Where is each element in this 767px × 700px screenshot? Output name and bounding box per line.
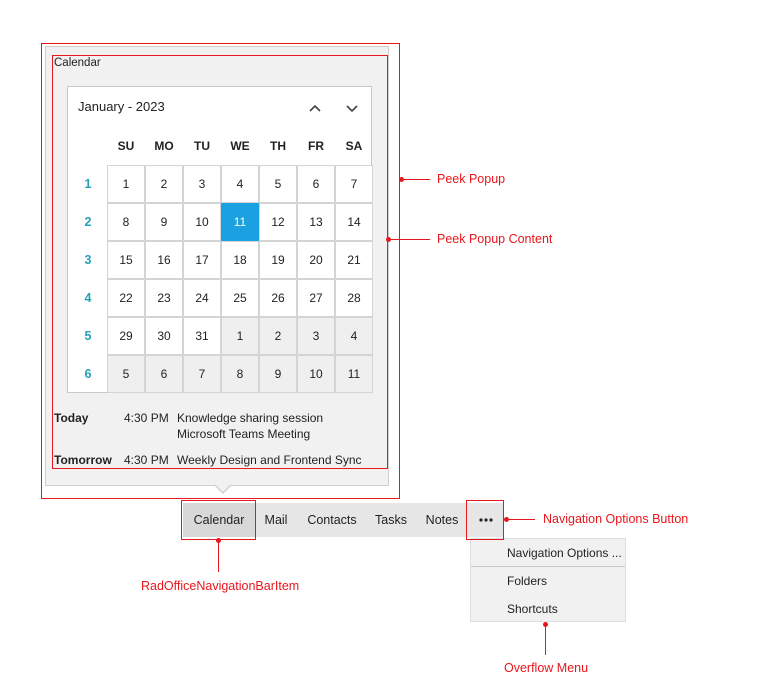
menu-separator bbox=[471, 566, 625, 567]
menu-item-navigation-options[interactable]: Navigation Options ... bbox=[507, 546, 622, 560]
menu-item-shortcuts[interactable]: Shortcuts bbox=[507, 602, 558, 616]
annotation-navigation-options-button: Navigation Options Button bbox=[543, 512, 689, 526]
overflow-menu: Navigation Options ... Folders Shortcuts bbox=[470, 538, 626, 622]
annotation-line bbox=[389, 239, 430, 240]
annotation-line bbox=[218, 541, 219, 572]
navigation-options-button-outline bbox=[466, 500, 504, 540]
nav-item-notes[interactable]: Notes bbox=[415, 503, 469, 537]
nav-item-tasks[interactable]: Tasks bbox=[367, 503, 415, 537]
peek-popup-content-outline bbox=[52, 55, 388, 469]
menu-item-folders[interactable]: Folders bbox=[507, 574, 547, 588]
annotation-overflow-menu: Overflow Menu bbox=[504, 661, 589, 675]
annotation-peek-popup-content: Peek Popup Content bbox=[437, 232, 553, 246]
annotation-nav-bar-item: RadOfficeNavigationBarItem bbox=[141, 579, 300, 593]
nav-item-mail[interactable]: Mail bbox=[255, 503, 297, 537]
annotation-line bbox=[545, 625, 546, 655]
nav-item-outline bbox=[181, 500, 256, 540]
nav-item-contacts[interactable]: Contacts bbox=[297, 503, 367, 537]
annotation-line bbox=[402, 179, 430, 180]
annotation-line bbox=[507, 519, 535, 520]
annotation-peek-popup: Peek Popup bbox=[437, 172, 506, 186]
